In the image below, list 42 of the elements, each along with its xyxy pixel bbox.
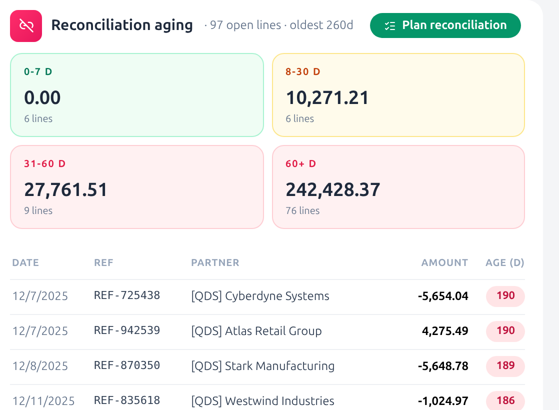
- date-cell: 12/8/2025: [10, 349, 94, 384]
- partner-cell: [QDS] Cyberdyne Systems: [191, 279, 396, 314]
- column-header: AMOUNT: [396, 249, 468, 279]
- age-badge: 189: [486, 356, 525, 377]
- bucket-label: 8-30 D: [286, 65, 322, 79]
- checklist-icon: [384, 20, 396, 32]
- date-cell: 12/7/2025: [10, 279, 94, 314]
- column-header: AGE (D): [468, 249, 525, 279]
- amount-cell: 4,275.49: [396, 314, 468, 349]
- column-header: REF: [94, 249, 191, 279]
- panel-title: Reconciliation aging: [51, 15, 194, 36]
- ref-cell: REF-725438: [94, 279, 191, 314]
- age-badge: 190: [486, 286, 525, 307]
- bucket-amount: 27,761.51: [24, 177, 110, 201]
- date-cell: 12/7/2025: [10, 314, 94, 349]
- column-header: DATE: [10, 249, 94, 279]
- bucket-line-count: 6 lines: [24, 112, 54, 126]
- date-cell: 12/11/2025: [10, 384, 94, 410]
- age-badge: 190: [486, 321, 525, 342]
- plan-reconciliation-button[interactable]: Plan reconciliation: [370, 13, 521, 38]
- bucket-label: 0-7 D: [24, 65, 54, 79]
- bucket-amount: 10,271.21: [286, 85, 371, 109]
- partner-cell: [QDS] Atlas Retail Group: [191, 314, 396, 349]
- age-badge: 186: [486, 391, 525, 410]
- bucket-label: 60+ D: [286, 157, 318, 171]
- ref-cell: REF-835618: [94, 384, 191, 410]
- amount-cell: -5,648.78: [396, 349, 468, 384]
- partner-cell: [QDS] Westwind Industries: [191, 384, 396, 410]
- bucket-line-count: 76 lines: [286, 204, 321, 218]
- ref-cell: REF-942539: [94, 314, 191, 349]
- bucket-amount: 242,428.37: [286, 177, 382, 201]
- partner-cell: [QDS] Stark Manufacturing: [191, 349, 396, 384]
- bucket-label: 31-60 D: [24, 157, 68, 171]
- bucket-line-count: 9 lines: [24, 204, 54, 218]
- bucket-amount: 0.00: [24, 85, 62, 109]
- bucket-line-count: 6 lines: [286, 112, 316, 126]
- ref-cell: REF-870350: [94, 349, 191, 384]
- amount-cell: -5,654.04: [396, 279, 468, 314]
- panel-summary: · 97 open lines · oldest 260d: [204, 18, 354, 34]
- unlink-icon: [10, 10, 42, 42]
- amount-cell: -1,024.97: [396, 384, 468, 410]
- column-header: PARTNER: [191, 249, 396, 279]
